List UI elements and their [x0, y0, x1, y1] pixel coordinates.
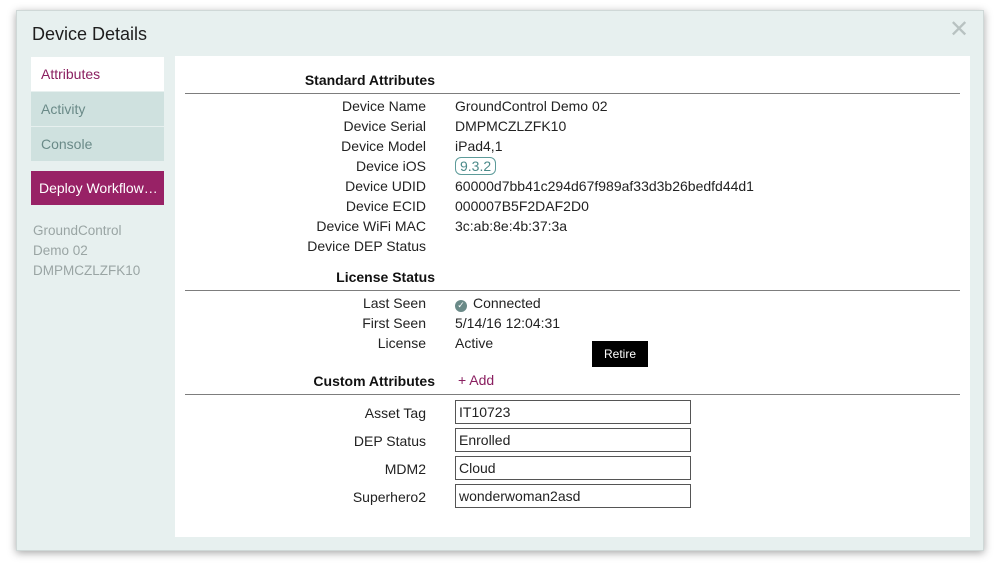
sidebar-item-attributes[interactable]: Attributes — [31, 57, 164, 91]
check-circle-icon: ✓ — [455, 300, 467, 312]
attribute-value: iPad4,1 — [455, 138, 503, 154]
license-label: Last Seen — [362, 295, 426, 311]
dep-status-input[interactable] — [455, 428, 691, 452]
license-row: Last Seen ✓ Connected — [185, 293, 960, 313]
attribute-label: Device UDID — [345, 178, 426, 194]
standard-attributes-header: Standard Attributes — [185, 70, 960, 94]
attribute-row: Device ECID 000007B5F2DAF2D0 — [185, 196, 960, 216]
attribute-label: Device Name — [341, 98, 426, 114]
add-attribute-link[interactable]: + Add — [458, 372, 494, 388]
attribute-value: 000007B5F2DAF2D0 — [455, 198, 589, 214]
attribute-row: Device WiFi MAC 3c:ab:8e:4b:37:3a — [185, 216, 960, 236]
section-title: Standard Attributes — [304, 72, 435, 88]
attribute-row: Device UDID 60000d7bb41c294d67f989af33d3… — [185, 176, 960, 196]
device-summary-line: Demo 02 — [33, 243, 88, 258]
attribute-value: DMPMCZLZFK10 — [455, 118, 567, 134]
device-summary: GroundControl Demo 02 DMPMCZLZFK10 — [31, 221, 164, 281]
connection-status: Connected — [473, 295, 541, 311]
license-value: ✓ Connected — [455, 295, 541, 312]
close-icon[interactable]: ✕ — [949, 17, 969, 41]
license-status-header: License Status — [185, 267, 960, 291]
attribute-value: 9.3.2 — [455, 157, 497, 175]
attribute-row: Device Serial DMPMCZLZFK10 — [185, 116, 960, 136]
license-label: First Seen — [362, 315, 426, 331]
custom-attribute-row: Superhero2 — [185, 484, 960, 508]
deploy-workflow-button[interactable]: Deploy Workflow… — [31, 171, 164, 205]
ios-version-badge[interactable]: 9.3.2 — [455, 157, 497, 175]
modal-title: Device Details — [32, 24, 148, 44]
custom-attribute-row: Asset Tag — [185, 400, 960, 424]
attribute-value: 3c:ab:8e:4b:37:3a — [455, 218, 568, 234]
mdm2-input[interactable] — [455, 456, 691, 480]
attribute-label: Device iOS — [355, 158, 426, 174]
attribute-row: Device iOS 9.3.2 — [185, 156, 960, 176]
attribute-row: Device Name GroundControl Demo 02 — [185, 96, 960, 116]
section-title: Custom Attributes — [313, 373, 435, 389]
attribute-label: Device Serial — [343, 118, 426, 134]
custom-attribute-row: DEP Status — [185, 428, 960, 452]
attribute-label: Device ECID — [345, 198, 426, 214]
sidebar: Attributes Activity Console Deploy Workf… — [31, 57, 164, 281]
custom-attribute-label: Superhero2 — [352, 489, 426, 505]
section-title: License Status — [336, 269, 435, 285]
custom-attributes-header: Custom Attributes + Add — [185, 371, 960, 395]
sidebar-item-activity[interactable]: Activity — [31, 92, 164, 126]
license-row: License Active — [185, 333, 960, 353]
superhero2-input[interactable] — [455, 484, 691, 508]
attribute-value: GroundControl Demo 02 — [455, 98, 608, 114]
license-label: License — [377, 335, 426, 351]
license-row: First Seen 5/14/16 12:04:31 — [185, 313, 960, 333]
device-details-modal: Device Details ✕ Attributes Activity Con… — [16, 10, 984, 551]
license-value: Active — [455, 335, 494, 351]
custom-attribute-label: DEP Status — [353, 433, 426, 449]
custom-attribute-label: MDM2 — [384, 461, 426, 477]
license-value: 5/14/16 12:04:31 — [455, 315, 561, 331]
device-summary-line: GroundControl — [33, 223, 122, 238]
attribute-row: Device Model iPad4,1 — [185, 136, 960, 156]
attributes-panel: Standard Attributes Device Name GroundCo… — [175, 56, 970, 537]
attribute-row: Device DEP Status — [185, 236, 960, 256]
device-summary-line: DMPMCZLZFK10 — [33, 263, 141, 278]
attribute-value: 60000d7bb41c294d67f989af33d3b26bedfd44d1 — [455, 178, 754, 194]
attribute-label: Device Model — [341, 138, 426, 154]
retire-button[interactable]: Retire — [592, 341, 648, 367]
custom-attribute-row: MDM2 — [185, 456, 960, 480]
custom-attribute-label: Asset Tag — [364, 405, 426, 421]
attribute-label: Device DEP Status — [307, 238, 426, 254]
asset-tag-input[interactable] — [455, 400, 691, 424]
sidebar-item-console[interactable]: Console — [31, 127, 164, 161]
attribute-label: Device WiFi MAC — [316, 218, 426, 234]
